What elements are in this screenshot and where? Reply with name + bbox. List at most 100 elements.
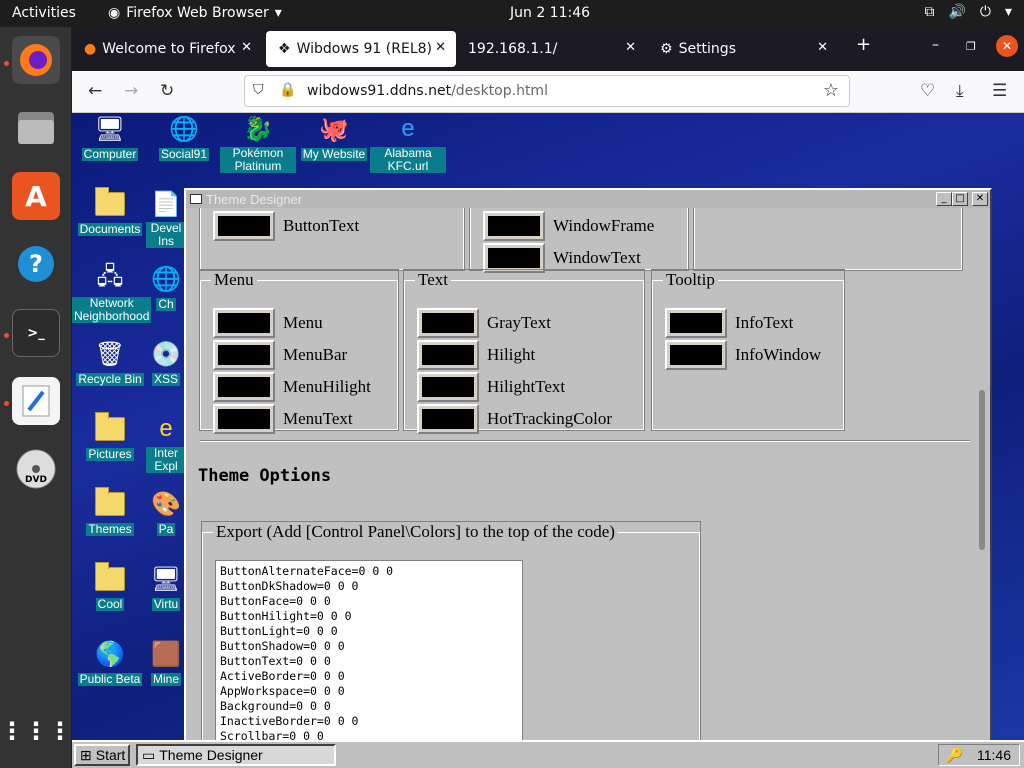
color-swatch-hilighttext[interactable]: HilightText: [417, 372, 565, 402]
color-button[interactable]: [483, 243, 545, 273]
app-menu[interactable]: ◉ Firefox Web Browser ▾: [108, 5, 282, 21]
software-dock-icon[interactable]: A: [12, 172, 60, 220]
color-label: MenuBar: [283, 345, 348, 364]
window-title-bar[interactable]: Theme Designer: [186, 190, 990, 208]
firefox-icon: ●: [84, 41, 97, 57]
window-close-button[interactable]: ✕: [972, 192, 988, 206]
tab-settings[interactable]: ⚙ Settings ✕: [648, 31, 838, 67]
network-icon: 🖧: [96, 262, 124, 290]
desktop-icon-xss[interactable]: 💿 XSS: [146, 338, 186, 386]
firefox-dock-icon[interactable]: [12, 36, 60, 84]
desktop-icon-my-website[interactable]: 🐙 My Website: [296, 113, 372, 161]
group-legend: Tooltip: [666, 270, 715, 289]
github-icon: 🐙: [319, 115, 349, 143]
color-button[interactable]: [665, 308, 727, 338]
url-bar[interactable]: ⛉ 🔒 wibdows91.ddns.net/desktop.html ☆: [244, 75, 850, 107]
color-swatch-infotext[interactable]: InfoText: [665, 308, 793, 338]
desktop-icon-ch[interactable]: 🌐 Ch: [146, 263, 186, 311]
color-swatch-menutext[interactable]: MenuText: [213, 404, 353, 434]
forward-icon[interactable]: →: [124, 81, 138, 101]
shield-icon[interactable]: ⛉: [253, 82, 264, 98]
desktop-icon-label: Computer: [81, 147, 139, 161]
desktop-icon-devel[interactable]: 📄 Devel Ins: [146, 188, 186, 248]
desktop-icon-social91[interactable]: 🌐 Social91: [146, 113, 222, 161]
color-swatch-graytext[interactable]: GrayText: [417, 308, 551, 338]
close-window-button[interactable]: ✕: [996, 35, 1018, 57]
activities-button[interactable]: Activities: [12, 5, 76, 21]
desktop-icon-label: My Website: [300, 147, 368, 161]
desktop-icon-virtu[interactable]: 🖥 Virtu: [146, 563, 186, 611]
desktop-icon-kfc[interactable]: e Alabama KFC.url: [370, 113, 446, 173]
color-button[interactable]: [213, 211, 275, 241]
files-dock-icon[interactable]: [12, 104, 60, 152]
desktop-icon-pictures[interactable]: Pictures: [72, 412, 148, 461]
desktop-icon-recycle-bin[interactable]: 🗑 Recycle Bin: [72, 338, 148, 386]
tab-wibdows[interactable]: ❖ Wibdows 91 (REL8) ✕: [266, 31, 456, 67]
desktop-icon-mine[interactable]: 🟫 Mine: [146, 638, 186, 686]
text-editor-dock-icon[interactable]: [12, 377, 60, 425]
close-icon[interactable]: ✕: [817, 40, 828, 55]
new-tab-button[interactable]: +: [856, 34, 871, 55]
desktop-icon-network[interactable]: 🖧 Network Neighborhood: [72, 262, 152, 323]
dvd-dock-icon[interactable]: DVD: [12, 445, 60, 493]
color-button[interactable]: [213, 340, 275, 370]
desktop-icon-computer[interactable]: 🖥 Computer: [72, 113, 148, 161]
show-apps-icon[interactable]: ⋮⋮⋮: [0, 707, 72, 755]
export-code-textarea[interactable]: ButtonAlternateFace=0 0 0 ButtonDkShadow…: [215, 560, 523, 748]
color-button[interactable]: [417, 372, 479, 402]
shortcut-icon: 🟫: [151, 640, 181, 668]
color-swatch-menuhilight[interactable]: MenuHilight: [213, 372, 371, 402]
menu-icon[interactable]: ☰: [992, 81, 1007, 101]
scrollbar-thumb[interactable]: [979, 390, 985, 550]
tab-router[interactable]: 192.168.1.1/ ✕: [456, 31, 646, 67]
close-icon[interactable]: ✕: [625, 40, 636, 55]
taskbar-item-theme-designer[interactable]: ▭ Theme Designer: [136, 744, 336, 766]
color-button[interactable]: [213, 404, 275, 434]
window-scrollbar[interactable]: [976, 208, 990, 748]
maximize-button[interactable]: ❐: [966, 40, 976, 53]
help-dock-icon[interactable]: ?: [12, 240, 60, 288]
system-tray[interactable]: ⧉ 🔊 ⏻ ▾: [924, 4, 1012, 20]
lock-icon[interactable]: 🔒: [279, 82, 296, 98]
desktop-icon-documents[interactable]: Documents: [72, 187, 148, 236]
color-swatch-menu[interactable]: Menu: [213, 308, 323, 338]
color-swatch-menubar[interactable]: MenuBar: [213, 340, 347, 370]
downloads-icon[interactable]: ⤓: [956, 81, 964, 101]
color-button[interactable]: [417, 308, 479, 338]
key-icon[interactable]: 🔑: [946, 747, 963, 764]
color-swatch-windowtext[interactable]: WindowText: [483, 243, 641, 273]
start-button[interactable]: ⊞ Start: [74, 744, 130, 766]
reload-icon[interactable]: ↻: [160, 81, 174, 101]
color-button[interactable]: [665, 340, 727, 370]
close-icon[interactable]: ✕: [241, 40, 252, 55]
internet-explorer-icon: e: [401, 115, 415, 142]
desktop-icon-pa[interactable]: 🎨 Pa: [146, 488, 186, 536]
back-icon[interactable]: ←: [88, 81, 102, 101]
color-button[interactable]: [417, 404, 479, 434]
clock[interactable]: Jun 2 11:46: [510, 5, 590, 21]
tray-clock[interactable]: 11:46: [977, 747, 1011, 763]
gnome-top-bar: Activities ◉ Firefox Web Browser ▾ Jun 2…: [0, 0, 1024, 27]
color-button[interactable]: [213, 372, 275, 402]
minimize-button[interactable]: –: [932, 37, 939, 53]
bookmark-star-icon[interactable]: ☆: [823, 80, 839, 101]
desktop-icon-public-beta[interactable]: 🌎 Public Beta: [72, 638, 148, 686]
color-button[interactable]: [213, 308, 275, 338]
color-button[interactable]: [417, 340, 479, 370]
desktop-icon-internet-explorer[interactable]: e Inter Expl: [146, 413, 186, 473]
desktop-icon-themes[interactable]: Themes: [72, 487, 148, 536]
window-minimize-button[interactable]: _: [936, 192, 952, 206]
tab-welcome[interactable]: ● Welcome to Firefox ✕: [72, 31, 262, 67]
desktop-icon-pokemon[interactable]: 🐉 Pokémon Platinum: [220, 113, 296, 173]
color-swatch-infowindow[interactable]: InfoWindow: [665, 340, 821, 370]
window-maximize-button[interactable]: □: [952, 192, 968, 206]
pocket-icon[interactable]: ♡: [920, 81, 935, 101]
color-swatch-buttontext[interactable]: ButtonText: [213, 211, 359, 241]
color-swatch-hilight[interactable]: Hilight: [417, 340, 535, 370]
terminal-dock-icon[interactable]: >_: [12, 309, 60, 357]
close-icon[interactable]: ✕: [435, 40, 446, 55]
color-button[interactable]: [483, 211, 545, 241]
desktop-icon-cool[interactable]: Cool: [72, 562, 148, 611]
color-swatch-hottrackingcolor[interactable]: HotTrackingColor: [417, 404, 612, 434]
color-swatch-windowframe[interactable]: WindowFrame: [483, 211, 654, 241]
